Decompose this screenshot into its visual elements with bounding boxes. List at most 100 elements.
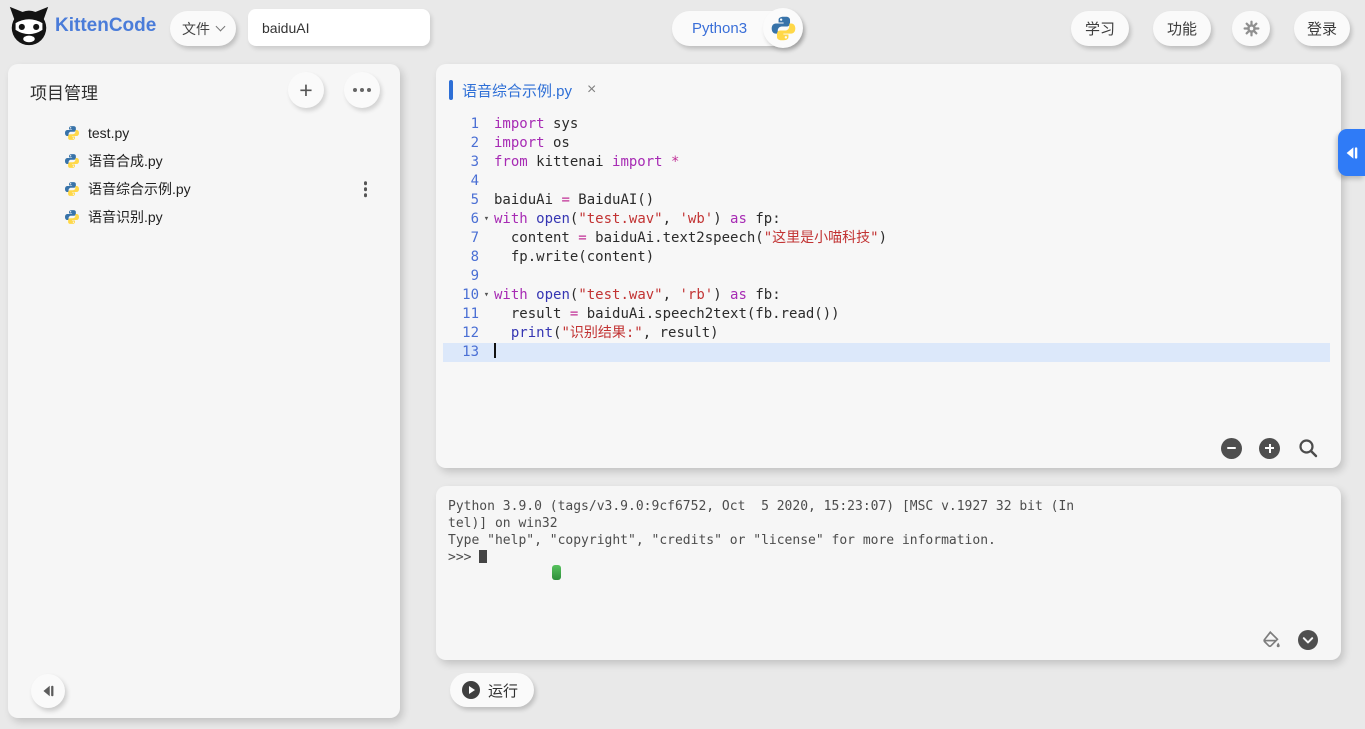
line-number: 8 bbox=[470, 249, 479, 265]
add-file-button[interactable]: + bbox=[288, 72, 324, 108]
fold-gutter bbox=[479, 267, 494, 286]
clear-console-button[interactable] bbox=[1261, 630, 1281, 650]
python-logo-icon bbox=[771, 16, 795, 40]
code-text: fp.write(content) bbox=[494, 249, 655, 265]
tab-title: 语音综合示例.py bbox=[462, 82, 573, 100]
code-line[interactable]: 12 print("识别结果:", result) bbox=[443, 324, 1330, 343]
file-name: test.py bbox=[88, 125, 130, 141]
login-button[interactable]: 登录 bbox=[1294, 11, 1350, 46]
code-text: content = baiduAi.text2speech("这里是小喵科技") bbox=[494, 230, 888, 246]
line-number: 4 bbox=[470, 173, 479, 189]
code-line[interactable]: 10 ▾ with open("test.wav", 'rb') as fb: bbox=[443, 286, 1330, 305]
console-panel: Python 3.9.0 (tags/v3.9.0:9cf6752, Oct 5… bbox=[436, 486, 1341, 660]
text-cursor bbox=[494, 343, 496, 358]
line-number: 5 bbox=[470, 192, 479, 208]
file-item[interactable]: test.py bbox=[8, 119, 400, 147]
console-cursor bbox=[479, 550, 488, 563]
fold-gutter bbox=[479, 324, 494, 343]
collapse-sidebar-button[interactable] bbox=[31, 674, 65, 708]
close-tab-icon[interactable]: × bbox=[587, 82, 596, 98]
code-line[interactable]: 2 import os bbox=[443, 134, 1330, 153]
file-item[interactable]: 语音合成.py bbox=[8, 147, 400, 175]
collapse-left-icon bbox=[43, 685, 54, 697]
chevron-down-circle-icon bbox=[1298, 630, 1318, 650]
line-number: 3 bbox=[470, 154, 479, 170]
minus-icon bbox=[1227, 447, 1236, 449]
console-toolbar bbox=[1261, 629, 1319, 651]
editor-panel: 语音综合示例.py × 1 import sys 2 import os 3 from k… bbox=[436, 64, 1341, 468]
fold-marker-icon[interactable]: ▾ bbox=[479, 210, 494, 229]
line-number: 7 bbox=[470, 230, 479, 246]
zoom-out-button[interactable] bbox=[1221, 437, 1242, 459]
code-line[interactable]: 6 ▾ with open("test.wav", 'wb') as fp: bbox=[443, 210, 1330, 229]
console-line: >>> bbox=[448, 549, 1329, 566]
code-line[interactable]: 13 bbox=[443, 343, 1330, 362]
file-name: 语音综合示例.py bbox=[88, 181, 191, 197]
fold-gutter bbox=[479, 305, 494, 324]
console-output[interactable]: Python 3.9.0 (tags/v3.9.0:9cf6752, Oct 5… bbox=[448, 498, 1329, 566]
console-line: Type "help", "copyright", "credits" or "… bbox=[448, 533, 996, 548]
fold-gutter bbox=[479, 191, 494, 210]
more-options-button[interactable] bbox=[344, 72, 380, 108]
line-number: 13 bbox=[462, 344, 479, 360]
file-list: test.py 语音合成.py 语音综合示例.py 语音识别.py bbox=[8, 119, 400, 231]
code-line[interactable]: 1 import sys bbox=[443, 115, 1330, 134]
zoom-in-button[interactable] bbox=[1259, 437, 1280, 459]
code-text: from kittenai import * bbox=[494, 154, 680, 170]
line-number: 11 bbox=[462, 306, 479, 322]
file-menu-label: 文件 bbox=[182, 20, 210, 37]
plus-icon bbox=[1265, 443, 1274, 453]
brand-title: KittenCode bbox=[55, 15, 157, 36]
code-text: with open("test.wav", 'wb') as fp: bbox=[494, 211, 781, 227]
file-name: 语音合成.py bbox=[88, 153, 163, 169]
run-label: 运行 bbox=[488, 682, 519, 700]
code-text: result = baiduAi.speech2text(fb.read()) bbox=[494, 306, 840, 322]
code-line[interactable]: 8 fp.write(content) bbox=[443, 248, 1330, 267]
code-line[interactable]: 11 result = baiduAi.speech2text(fb.read(… bbox=[443, 305, 1330, 324]
file-item[interactable]: 语音综合示例.py bbox=[8, 175, 400, 203]
code-line[interactable]: 4 bbox=[443, 172, 1330, 191]
code-text: import sys bbox=[494, 116, 579, 132]
line-number: 2 bbox=[470, 135, 479, 151]
file-menu-button[interactable]: 文件 bbox=[170, 11, 236, 46]
code-line[interactable]: 7 content = baiduAi.text2speech("这里是小喵科技… bbox=[443, 229, 1330, 248]
runtime-label: Python3 bbox=[692, 20, 748, 37]
clear-console-icon bbox=[1263, 630, 1280, 648]
plus-icon: + bbox=[299, 76, 313, 103]
tab-indicator bbox=[449, 80, 453, 100]
file-name: 语音识别.py bbox=[88, 209, 163, 225]
line-number: 6 bbox=[470, 211, 479, 227]
expand-panel-icon bbox=[1346, 146, 1358, 159]
tab-active-file[interactable]: 语音综合示例.py × bbox=[443, 77, 602, 103]
line-number: 12 bbox=[462, 325, 479, 341]
code-line[interactable]: 3 from kittenai import * bbox=[443, 153, 1330, 172]
file-item[interactable]: 语音识别.py bbox=[8, 203, 400, 231]
collapse-console-button[interactable] bbox=[1297, 629, 1319, 651]
code-text: baiduAi = BaiduAI() bbox=[494, 192, 655, 208]
run-button[interactable]: 运行 bbox=[450, 673, 535, 707]
file-kebab-icon[interactable] bbox=[361, 178, 371, 200]
fold-gutter bbox=[479, 248, 494, 267]
learn-button[interactable]: 学习 bbox=[1071, 11, 1129, 46]
kittencode-logo[interactable] bbox=[6, 3, 52, 49]
project-name-input[interactable] bbox=[248, 9, 430, 46]
console-line: tel)] on win32 bbox=[448, 516, 558, 531]
code-line[interactable]: 9 bbox=[443, 267, 1330, 286]
python-file-icon bbox=[65, 210, 79, 224]
search-button[interactable] bbox=[1297, 437, 1319, 459]
settings-button[interactable] bbox=[1232, 11, 1270, 46]
python-file-icon bbox=[65, 126, 79, 140]
code-text bbox=[494, 343, 1330, 362]
line-number: 9 bbox=[470, 268, 479, 284]
expand-right-panel-button[interactable] bbox=[1338, 129, 1365, 176]
gear-icon bbox=[1243, 20, 1259, 37]
console-green-artifact bbox=[552, 565, 561, 580]
fold-gutter bbox=[479, 343, 494, 362]
console-line: Python 3.9.0 (tags/v3.9.0:9cf6752, Oct 5… bbox=[448, 499, 1075, 514]
code-line[interactable]: 5 baiduAi = BaiduAI() bbox=[443, 191, 1330, 210]
fold-marker-icon[interactable]: ▾ bbox=[479, 286, 494, 305]
fold-gutter bbox=[479, 153, 494, 172]
features-button[interactable]: 功能 bbox=[1153, 11, 1211, 46]
